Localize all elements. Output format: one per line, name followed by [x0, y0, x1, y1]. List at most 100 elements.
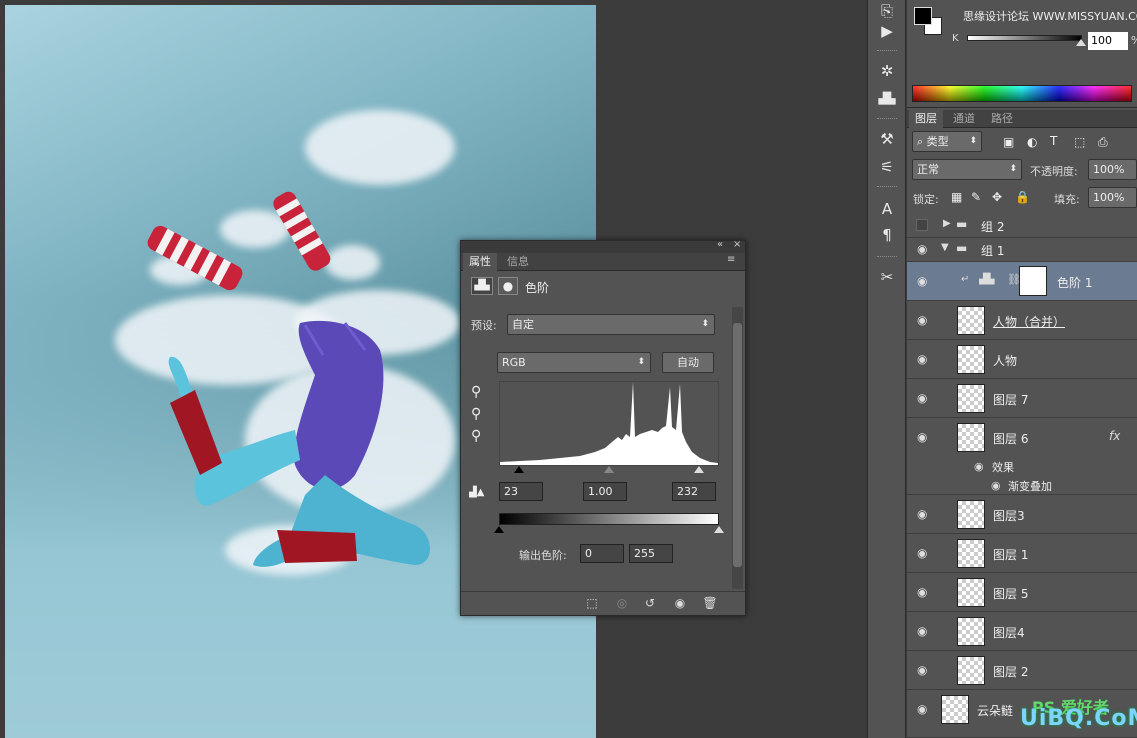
- collapse-icon[interactable]: «: [717, 239, 723, 250]
- close-icon[interactable]: ×: [733, 239, 741, 250]
- histogram-icon[interactable]: ▟▙: [874, 88, 900, 110]
- reset-icon[interactable]: ↺: [639, 595, 661, 611]
- input-white-field[interactable]: 232: [672, 482, 716, 501]
- filter-smart-icon[interactable]: ⎙: [1098, 135, 1108, 150]
- eye-icon[interactable]: ◉: [917, 702, 927, 716]
- navigator-icon[interactable]: ✲: [874, 60, 900, 82]
- levels-adjustment-icon[interactable]: ▟▙: [471, 277, 493, 295]
- properties-tabs: 属性 信息 ≡: [461, 253, 745, 271]
- clip-arrow-icon: ↵: [961, 274, 970, 285]
- eye-icon[interactable]: ◉: [917, 585, 927, 599]
- eye-icon[interactable]: ◉: [917, 274, 927, 288]
- layer-row-layer7[interactable]: ◉ 图层 7: [907, 379, 1137, 418]
- layer-row-group2[interactable]: ▶ ▬ 组 2: [907, 214, 1137, 238]
- expand-arrow-icon[interactable]: ▶: [943, 218, 951, 229]
- clip-to-layer-icon[interactable]: ⬚: [581, 595, 603, 611]
- layer-row-person-merged[interactable]: ◉ 人物（合并）: [907, 301, 1137, 340]
- layer-name: 图层 1: [993, 548, 1029, 562]
- properties-scrollbar[interactable]: [732, 307, 743, 589]
- layer-row-group1[interactable]: ◉ ▼ ▬ 组 1: [907, 238, 1137, 262]
- collapse-arrow-icon[interactable]: ▼: [941, 242, 949, 253]
- character-icon[interactable]: A: [874, 198, 900, 220]
- layer-row-layer1[interactable]: ◉ 图层 1: [907, 534, 1137, 573]
- panel-menu-icon[interactable]: ≡: [727, 254, 735, 265]
- k-slider[interactable]: [967, 35, 1082, 41]
- layer-filter-dropdown[interactable]: ⌕ 类型 ⬍: [912, 131, 982, 152]
- input-black-slider[interactable]: [514, 466, 524, 473]
- eyedropper-white-icon[interactable]: ⚲: [471, 428, 481, 444]
- eye-icon[interactable]: ◉: [917, 313, 927, 327]
- paragraph-icon[interactable]: ¶: [874, 224, 900, 246]
- layer-row-layer4[interactable]: ◉ 图层4: [907, 612, 1137, 651]
- view-previous-icon[interactable]: ◎: [611, 595, 633, 611]
- layer-row-person[interactable]: ◉ 人物: [907, 340, 1137, 379]
- layer-row-levels1[interactable]: ◉ ↵ ▟▙ ⛓ 色阶 1: [907, 262, 1137, 301]
- output-white-field[interactable]: 255: [629, 544, 673, 563]
- tab-layers[interactable]: 图层: [909, 110, 943, 128]
- tool-presets-icon[interactable]: ✂: [874, 266, 900, 288]
- eye-icon[interactable]: ◉: [974, 460, 984, 473]
- filter-type-icon[interactable]: T: [1050, 134, 1057, 148]
- dropdown-arrow-icon: ⬍: [969, 136, 977, 146]
- brushes-icon[interactable]: ⚒: [874, 128, 900, 150]
- clipping-warning-icon[interactable]: ▟▲: [469, 487, 484, 498]
- fx-badge[interactable]: fx: [1109, 429, 1120, 443]
- channel-dropdown[interactable]: RGB ⬍: [497, 352, 651, 373]
- filter-pixel-icon[interactable]: ▣: [1003, 135, 1014, 149]
- tab-channels[interactable]: 通道: [947, 110, 981, 128]
- layer-mask-thumb[interactable]: [1019, 266, 1047, 296]
- layer-row-layer3[interactable]: ◉ 图层3: [907, 495, 1137, 534]
- opacity-field[interactable]: 100%: [1088, 159, 1137, 180]
- layer-row-layer2[interactable]: ◉ 图层 2: [907, 651, 1137, 690]
- auto-button[interactable]: 自动: [662, 352, 714, 373]
- filter-shape-icon[interactable]: ⬚: [1074, 135, 1085, 149]
- preset-dropdown[interactable]: 自定 ⬍: [507, 314, 715, 335]
- history-icon[interactable]: ⎘: [874, 0, 900, 22]
- tab-properties[interactable]: 属性: [463, 253, 497, 271]
- visibility-off-box[interactable]: [916, 219, 928, 231]
- panel-titlebar[interactable]: « ×: [461, 239, 745, 253]
- layer-thumbnail: [957, 384, 985, 413]
- eye-icon[interactable]: ◉: [917, 663, 927, 677]
- output-black-field[interactable]: 0: [580, 544, 624, 563]
- blend-mode-dropdown[interactable]: 正常 ⬍: [912, 159, 1022, 180]
- mask-icon[interactable]: ●: [498, 277, 518, 295]
- lock-image-icon[interactable]: ✎: [971, 190, 981, 204]
- input-white-slider[interactable]: [694, 466, 704, 473]
- actions-play-icon[interactable]: ▶: [874, 20, 900, 42]
- delete-icon[interactable]: 🗑: [699, 595, 721, 611]
- adjustments-icon[interactable]: ⚟: [874, 156, 900, 178]
- visibility-icon[interactable]: ◉: [669, 595, 691, 611]
- eye-icon[interactable]: ◉: [917, 352, 927, 366]
- eyedropper-gray-icon[interactable]: ⚲: [471, 406, 481, 422]
- scrollbar-thumb[interactable]: [733, 323, 742, 567]
- fill-label: 填充:: [1054, 193, 1080, 206]
- lock-position-icon[interactable]: ✥: [992, 190, 1002, 204]
- layer-name: 图层 6: [993, 432, 1029, 446]
- input-gamma-field[interactable]: 1.00: [583, 482, 627, 501]
- eye-icon[interactable]: ◉: [917, 546, 927, 560]
- eye-icon[interactable]: ◉: [917, 624, 927, 638]
- foreground-color-swatch[interactable]: [914, 7, 932, 25]
- eye-icon[interactable]: ◉: [917, 430, 927, 444]
- eye-icon[interactable]: ◉: [917, 391, 927, 405]
- input-gamma-slider[interactable]: [604, 466, 614, 473]
- eyedropper-black-icon[interactable]: ⚲: [471, 384, 481, 400]
- layer-row-layer6[interactable]: ◉ 图层 6 fx ◉ 效果 ◉ 渐变叠加: [907, 418, 1137, 495]
- tab-paths[interactable]: 路径: [985, 110, 1019, 128]
- color-spectrum-bar[interactable]: [912, 85, 1132, 102]
- k-slider-thumb[interactable]: [1076, 39, 1086, 46]
- lock-all-icon[interactable]: 🔒: [1015, 190, 1030, 204]
- tab-info[interactable]: 信息: [501, 253, 535, 271]
- input-black-field[interactable]: 23: [499, 482, 543, 501]
- output-white-slider[interactable]: [714, 526, 724, 533]
- k-value-field[interactable]: 100: [1088, 32, 1128, 50]
- fill-field[interactable]: 100%: [1088, 187, 1137, 208]
- layer-row-layer5[interactable]: ◉ 图层 5: [907, 573, 1137, 612]
- output-black-slider[interactable]: [494, 526, 504, 533]
- lock-transparent-icon[interactable]: ▦: [951, 190, 962, 204]
- eye-icon[interactable]: ◉: [991, 479, 1001, 492]
- eye-icon[interactable]: ◉: [917, 507, 927, 521]
- eye-icon[interactable]: ◉: [917, 242, 927, 256]
- filter-adjustment-icon[interactable]: ◐: [1027, 135, 1037, 149]
